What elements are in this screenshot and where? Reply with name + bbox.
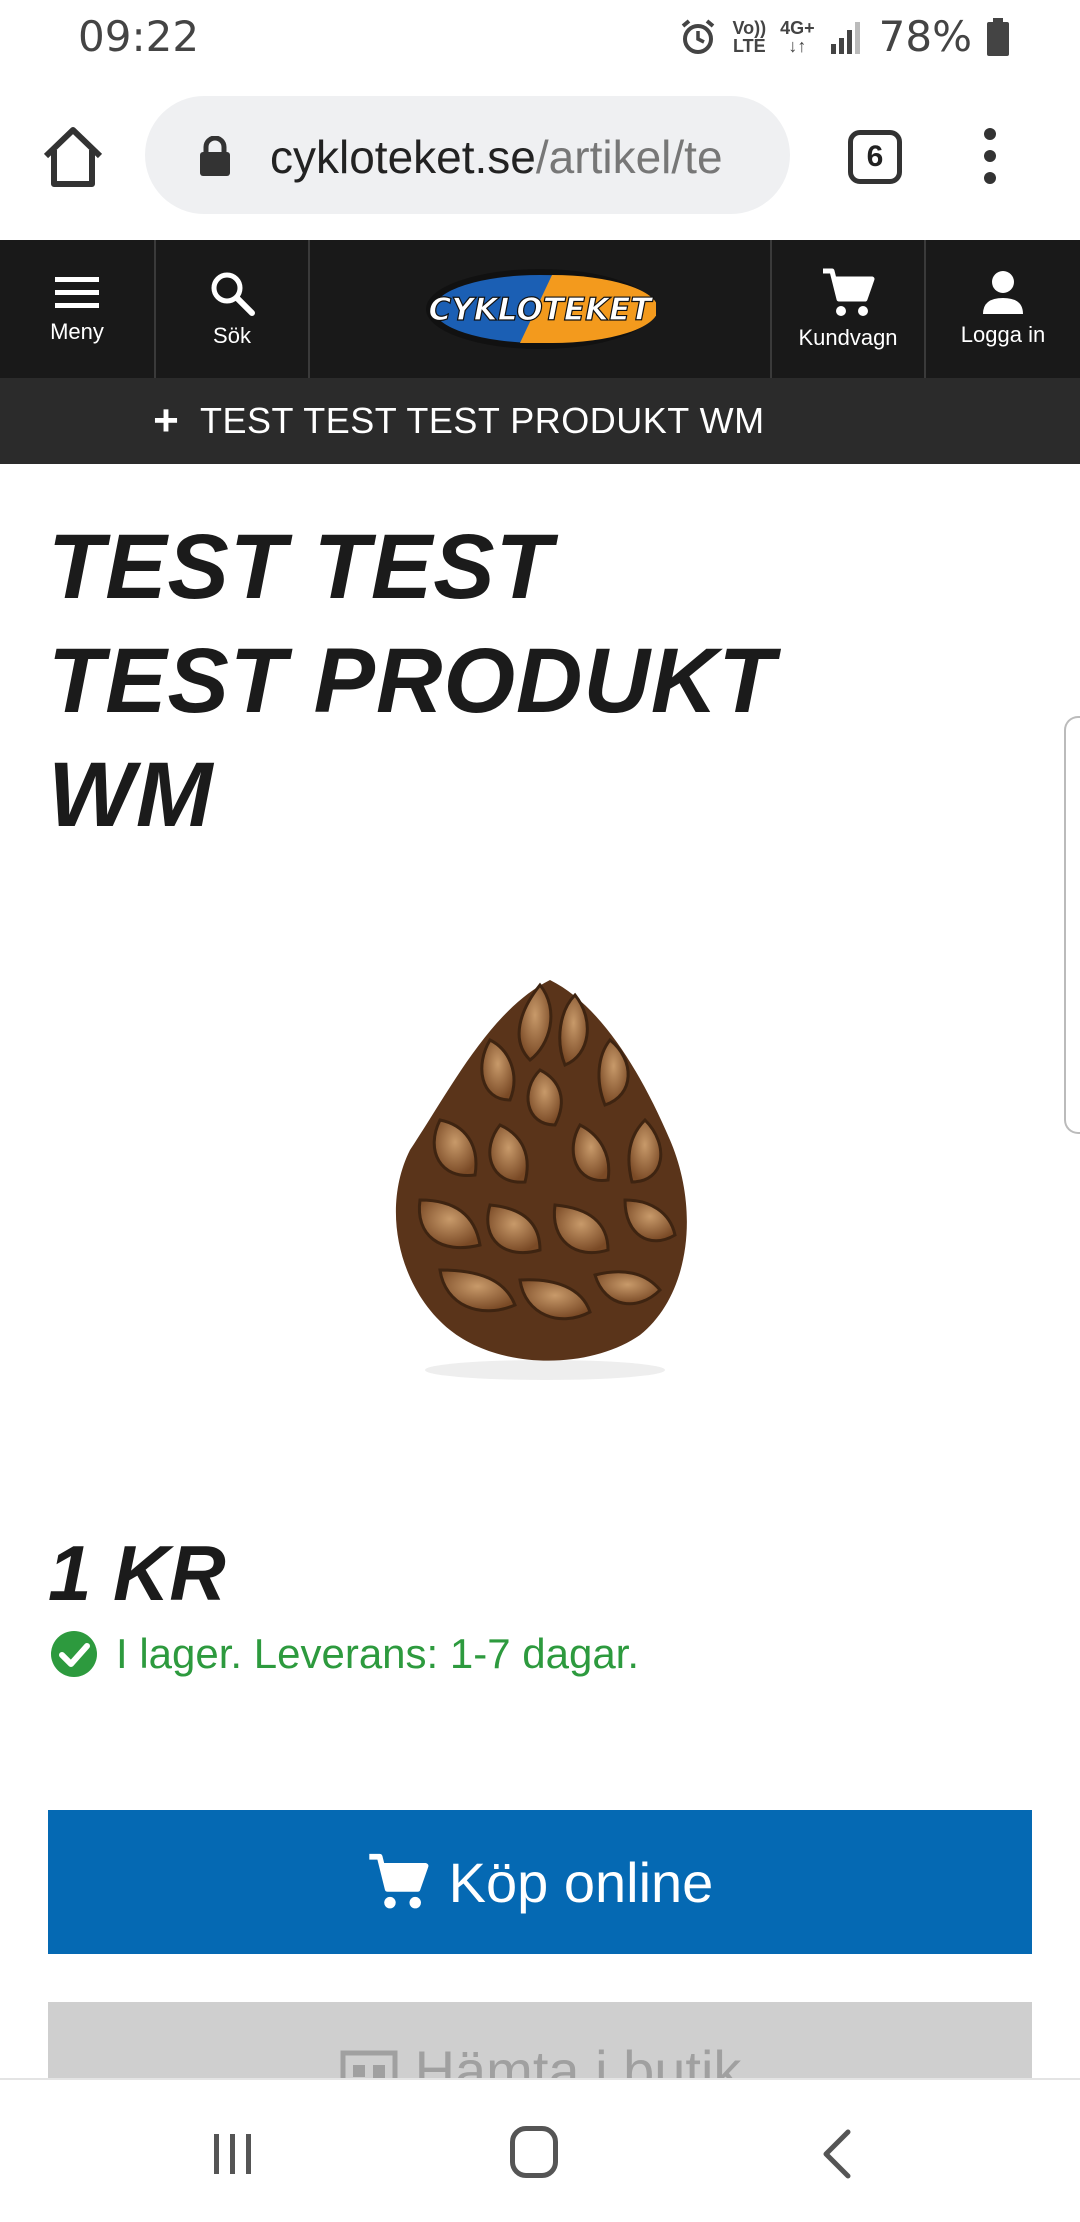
product-price: 1 KR (48, 1529, 226, 1617)
url-domain: cykloteket.se (270, 131, 536, 183)
breadcrumb-text: TEST TEST TEST PRODUKT WM (200, 400, 765, 441)
status-icons: Vo)) LTE 4G+ ↓↑ 78% (678, 12, 1010, 61)
overflow-menu-icon[interactable] (980, 128, 1000, 188)
back-icon[interactable] (820, 2128, 854, 2180)
cart-icon (823, 268, 875, 316)
expand-icon: + (153, 396, 179, 445)
site-header: Meny Sök CYKLOTEKET Kundvagn Logga in (0, 240, 1080, 378)
buy-online-button[interactable]: Köp online (48, 1810, 1032, 1954)
search-button[interactable]: Sök (156, 240, 310, 378)
menu-button[interactable]: Meny (0, 240, 156, 378)
battery-icon (987, 17, 1009, 56)
user-icon (983, 271, 1023, 314)
cart-label: Kundvagn (798, 325, 898, 350)
product-image[interactable] (340, 950, 760, 1390)
login-label: Logga in (960, 322, 1046, 347)
recent-apps-icon[interactable] (210, 2130, 256, 2178)
menu-label: Meny (50, 319, 104, 344)
home-icon[interactable] (38, 122, 108, 192)
breadcrumb[interactable]: + TEST TEST TEST PRODUKT WM (0, 378, 1080, 464)
lock-icon (200, 136, 230, 176)
alarm-icon (682, 18, 715, 54)
signal-icon (830, 21, 860, 54)
buy-online-label: Köp online (448, 1850, 714, 1914)
site-logo[interactable]: CYKLOTEKET (310, 240, 772, 378)
login-button[interactable]: Logga in (926, 240, 1080, 378)
stock-text: I lager. Leverans: 1-7 dagar. (116, 1630, 640, 1677)
cart-button[interactable]: Kundvagn (772, 240, 926, 378)
stock-status: I lager. Leverans: 1-7 dagar. (50, 1630, 639, 1678)
search-label: Sök (213, 323, 251, 348)
data-indicator: 4G+ ↓↑ (780, 17, 815, 56)
url-text: cykloteket.se/artikel/te (270, 130, 770, 184)
status-bar: 09:22 Vo)) LTE 4G+ ↓↑ 78% (0, 0, 1080, 78)
status-time: 09:22 (78, 12, 200, 61)
system-navigation-bar (0, 2078, 1080, 2222)
battery-percent: 78% (878, 12, 972, 61)
url-path: /artikel/te (535, 131, 723, 183)
home-nav-icon[interactable] (510, 2126, 558, 2178)
logo-text: CYKLOTEKET (429, 292, 655, 328)
cykloteket-logo: CYKLOTEKET (426, 269, 656, 349)
address-bar[interactable]: cykloteket.se/artikel/te (145, 96, 790, 214)
hamburger-icon (55, 277, 99, 308)
check-circle-icon (51, 1631, 97, 1677)
browser-toolbar: cykloteket.se/artikel/te 6 (0, 78, 1080, 240)
cart-icon (368, 1853, 429, 1909)
product-title: TEST TEST TEST PRODUKT WM (48, 516, 776, 846)
search-icon (211, 272, 255, 316)
volte-indicator: Vo)) LTE (732, 17, 767, 56)
edge-panel-handle[interactable] (1064, 716, 1080, 1134)
tab-switcher-button[interactable]: 6 (848, 130, 902, 184)
